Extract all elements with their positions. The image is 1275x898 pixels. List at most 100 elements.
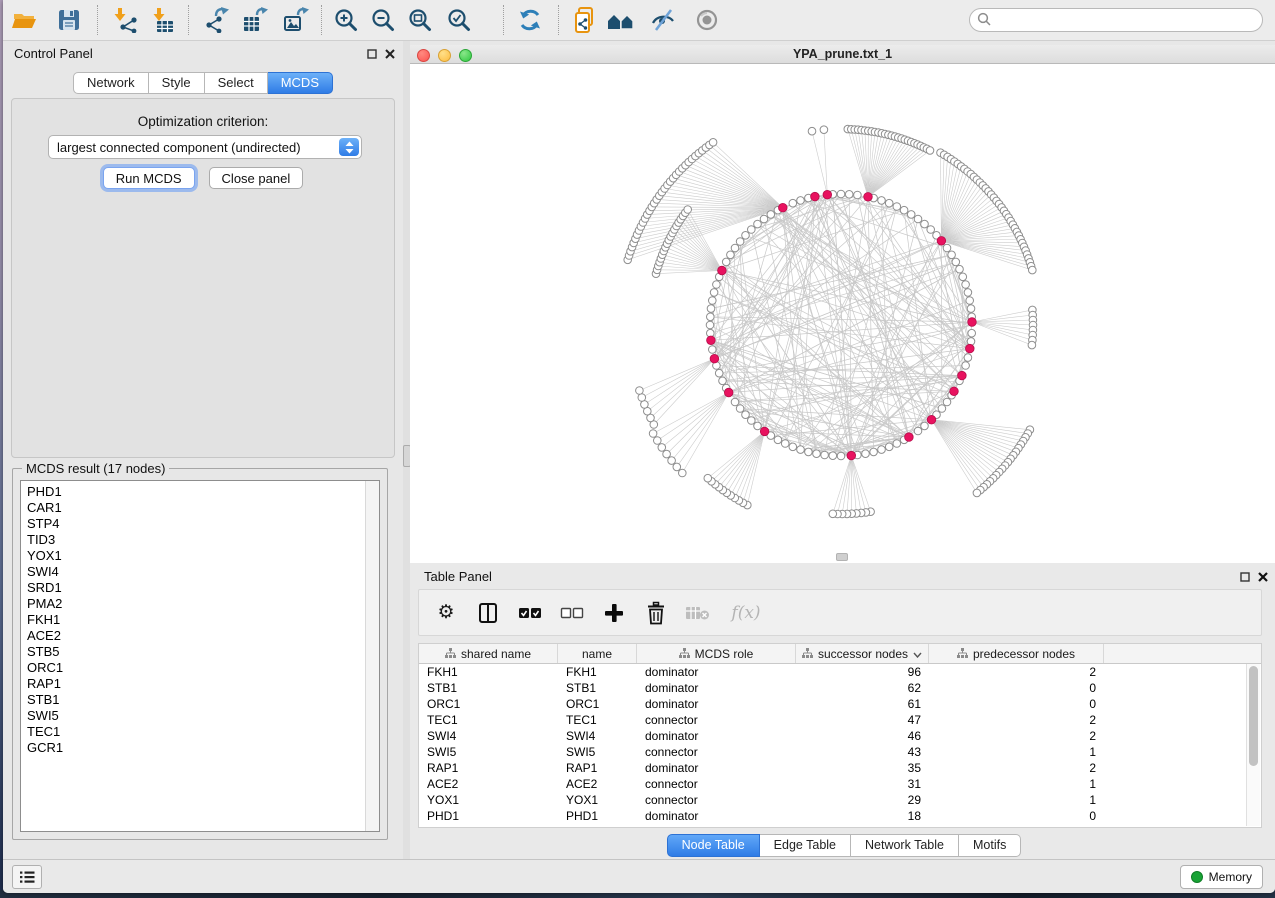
zoom-fit-button[interactable] (404, 4, 436, 36)
graph-node[interactable] (813, 450, 821, 458)
graph-node[interactable] (707, 313, 715, 321)
graph-mcds-node[interactable] (718, 266, 727, 275)
cell[interactable]: 46 (796, 728, 929, 744)
graph-node[interactable] (722, 258, 730, 266)
graph-node[interactable] (952, 258, 960, 266)
cell[interactable]: SWI5 (419, 744, 558, 760)
network-overview-button[interactable] (605, 4, 637, 36)
tab-network-table[interactable]: Network Table (851, 834, 959, 857)
graph-node[interactable] (767, 211, 775, 219)
cell[interactable]: SWI4 (419, 728, 558, 744)
graph-node[interactable] (845, 191, 853, 199)
graph-mcds-node[interactable] (905, 433, 914, 442)
cell[interactable]: ORC1 (558, 696, 637, 712)
cell[interactable]: 0 (929, 680, 1104, 696)
cell[interactable]: connector (637, 792, 796, 808)
cell[interactable]: STB1 (419, 680, 558, 696)
graph-node[interactable] (837, 190, 845, 198)
graph-node[interactable] (789, 199, 797, 207)
add-column-icon[interactable] (601, 600, 627, 626)
graph-node[interactable] (907, 211, 915, 219)
zoom-in-button[interactable] (330, 4, 362, 36)
cell[interactable]: TEC1 (419, 712, 558, 728)
cell[interactable]: RAP1 (419, 760, 558, 776)
cell[interactable]: 18 (796, 808, 929, 824)
tab-edge-table[interactable]: Edge Table (760, 834, 851, 857)
import-network-button[interactable] (110, 4, 142, 36)
table-row[interactable]: ACE2ACE2connector311 (419, 776, 1261, 792)
panel-divider[interactable] (403, 41, 410, 860)
export-document-button[interactable] (569, 4, 601, 36)
cell[interactable]: 1 (929, 792, 1104, 808)
cell[interactable]: 62 (796, 680, 929, 696)
close-panel-icon[interactable] (1258, 569, 1268, 587)
graph-node[interactable] (706, 321, 714, 329)
graph-mcds-node[interactable] (864, 193, 873, 202)
mcds-result-item[interactable]: SRD1 (27, 580, 379, 596)
graph-node[interactable] (967, 305, 975, 313)
cell[interactable]: 1 (929, 744, 1104, 760)
graph-node[interactable] (959, 273, 967, 281)
graph-node[interactable] (789, 443, 797, 451)
table-row[interactable]: RAP1RAP1dominator352 (419, 760, 1261, 776)
cell[interactable]: 43 (796, 744, 929, 760)
cell[interactable]: 2 (929, 664, 1104, 680)
mcds-result-item[interactable]: FKH1 (27, 612, 379, 628)
graph-mcds-node[interactable] (710, 354, 719, 363)
cell[interactable]: 0 (929, 808, 1104, 824)
cell[interactable]: YOX1 (558, 792, 637, 808)
table-scroll-thumb[interactable] (1249, 666, 1258, 766)
network-titlebar[interactable]: YPA_prune.txt_1 (410, 45, 1275, 64)
show-graphics-button[interactable] (691, 4, 723, 36)
cell[interactable]: 1 (929, 776, 1104, 792)
graph-node[interactable] (636, 387, 644, 395)
graph-mcds-node[interactable] (927, 415, 936, 424)
graph-node[interactable] (658, 444, 666, 452)
graph-node[interactable] (781, 440, 789, 448)
graph-node[interactable] (926, 147, 934, 155)
cell[interactable]: 2 (929, 712, 1104, 728)
graph-node[interactable] (962, 362, 970, 370)
network-canvas[interactable] (410, 64, 1275, 563)
graph-node[interactable] (719, 377, 727, 385)
zoom-selected-button[interactable] (443, 4, 475, 36)
open-session-button[interactable] (9, 4, 41, 36)
tab-motifs[interactable]: Motifs (959, 834, 1021, 857)
graph-node[interactable] (893, 203, 901, 211)
task-history-button[interactable] (12, 865, 42, 889)
cell[interactable]: 31 (796, 776, 929, 792)
mcds-result-item[interactable]: CAR1 (27, 500, 379, 516)
graph-mcds-node[interactable] (707, 336, 716, 345)
table-vertical-scrollbar[interactable] (1246, 664, 1260, 826)
graph-node[interactable] (736, 405, 744, 413)
table-row[interactable]: SWI4SWI4dominator462 (419, 728, 1261, 744)
graph-mcds-node[interactable] (811, 192, 820, 201)
graph-node[interactable] (731, 398, 739, 406)
table-row[interactable]: TEC1TEC1connector472 (419, 712, 1261, 728)
settings-gear-icon[interactable]: ⚙ (433, 600, 459, 626)
cell[interactable]: 35 (796, 760, 929, 776)
graph-node[interactable] (1028, 341, 1036, 349)
graph-node[interactable] (956, 265, 964, 273)
network-graph[interactable] (410, 64, 1275, 563)
column-header-predecessor-nodes[interactable]: predecessor nodes (929, 644, 1104, 663)
mcds-result-item[interactable]: TID3 (27, 532, 379, 548)
graph-node[interactable] (870, 448, 878, 456)
cell[interactable]: FKH1 (419, 664, 558, 680)
cell[interactable]: ACE2 (419, 776, 558, 792)
graph-node[interactable] (862, 450, 870, 458)
graph-node[interactable] (742, 411, 750, 419)
close-panel-icon[interactable] (385, 46, 395, 64)
graph-node[interactable] (663, 450, 671, 458)
cell[interactable]: dominator (637, 728, 796, 744)
tab-style[interactable]: Style (149, 72, 205, 94)
column-header-MCDS-role[interactable]: MCDS role (637, 644, 796, 663)
graph-mcds-node[interactable] (950, 387, 959, 396)
graph-node[interactable] (727, 251, 735, 259)
graph-mcds-node[interactable] (823, 190, 832, 199)
graph-mcds-node[interactable] (847, 451, 856, 460)
graph-node[interactable] (673, 463, 681, 471)
table-row[interactable]: STB1STB1dominator620 (419, 680, 1261, 696)
tab-node-table[interactable]: Node Table (667, 834, 760, 857)
mcds-result-item[interactable]: SWI4 (27, 564, 379, 580)
